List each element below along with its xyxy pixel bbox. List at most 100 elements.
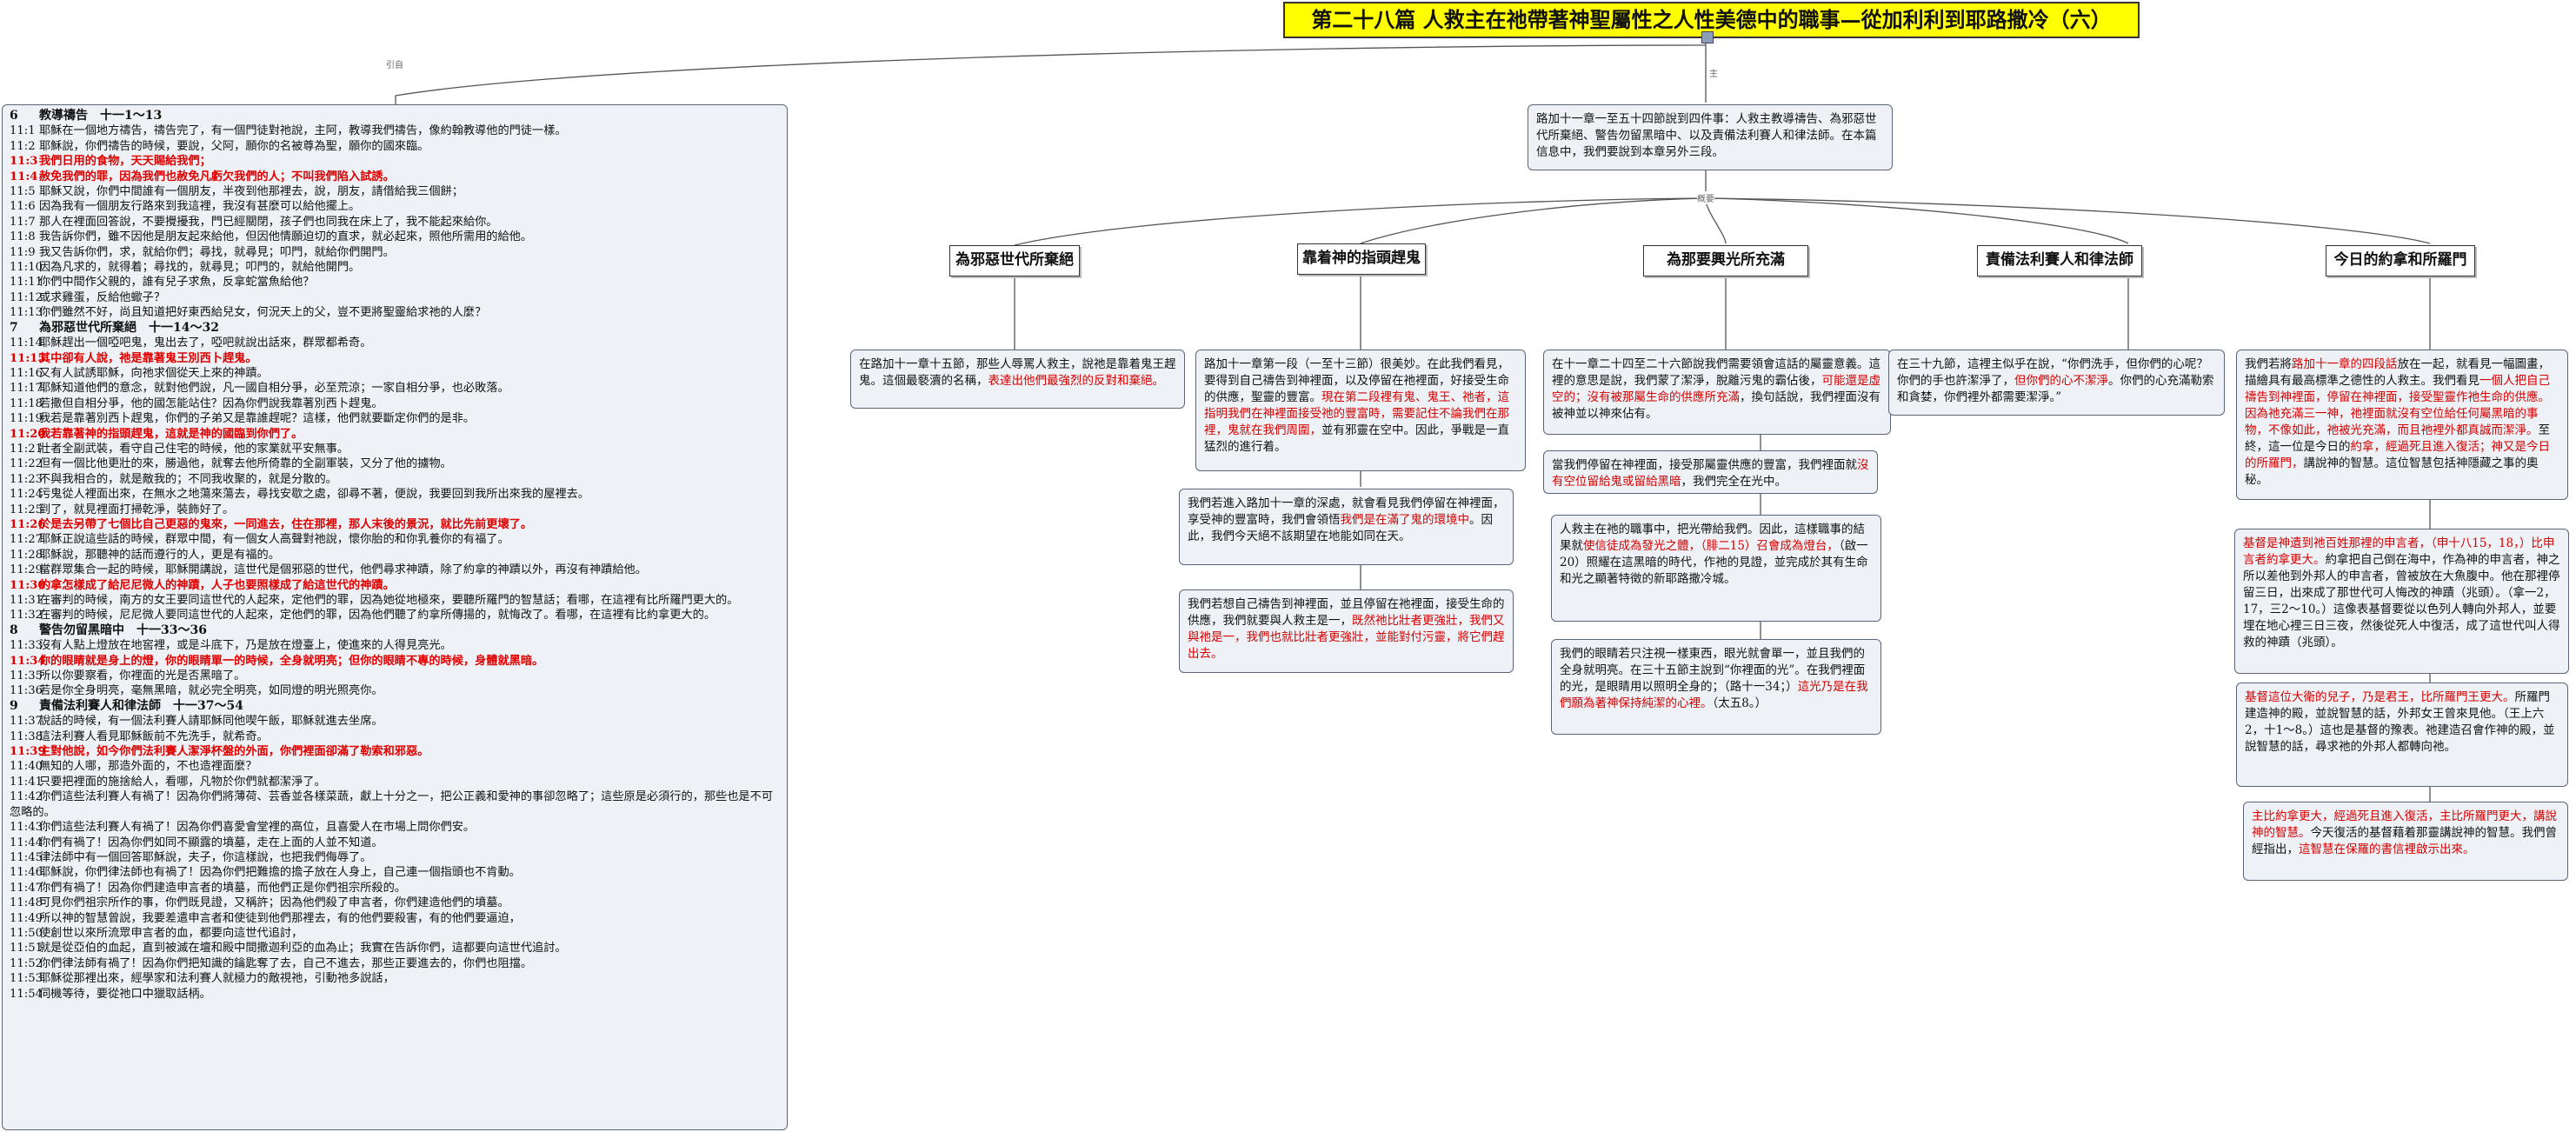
verse-text: 所以你要察看，你裡面的光是否黑暗了。 bbox=[39, 669, 246, 683]
verse-number: 11:6 bbox=[10, 200, 36, 214]
verse-line: 11:50使創世以來所流眾申言者的血，都要向這世代追討， bbox=[10, 926, 780, 941]
verse-text: 耶穌在一個地方禱告，禱告完了，有一個門徒對祂說，主阿，教導我們禱告，像約翰教導他… bbox=[39, 124, 567, 138]
verse-text: 耶穌從那裡出來，經學家和法利賽人就極力的敵視祂，引動祂多說話， bbox=[39, 972, 395, 986]
verse-number: 11:46 bbox=[10, 866, 43, 880]
note-segment: 當我們停留在神裡面，接受那屬靈供應的豐富，我們裡面就 bbox=[1552, 458, 1857, 472]
verse-text: 其中卻有人說，祂是靠著鬼王別西卜趕鬼。 bbox=[39, 351, 257, 365]
verse-text: 壯者全副武裝，看守自己住宅的時候，他的家業就平安無事。 bbox=[39, 442, 349, 456]
verse-number: 11:9 bbox=[10, 245, 36, 259]
verse-number: 7 bbox=[10, 320, 18, 335]
verse-text: 你的眼睛就是身上的燈，你的眼睛單一的時候，全身就明亮；但你的眼睛不專的時候，身體… bbox=[39, 654, 544, 668]
verse-text: 你們雖然不好，尚且知道把好東西給兒女，何況天上的父，豈不更將聖靈給求祂的人麼？ bbox=[39, 306, 487, 320]
verse-number: 11:1 bbox=[10, 124, 36, 138]
note-jonah-3: 基督這位大衛的兒子，乃是君王，比所羅門王更大。所羅門建造神的殿，並說智慧的話，外… bbox=[2236, 683, 2568, 787]
verse-number: 11:31 bbox=[10, 594, 43, 607]
verse-number: 11:35 bbox=[10, 669, 43, 683]
verse-text: 若是你全身明亮，毫無黑暗，就必完全明亮，如同燈的明光照亮你。 bbox=[39, 684, 383, 698]
verse-line: 11:5 耶穌又說，你們中間誰有一個朋友，半夜到他那裡去，說，朋友，請借給我三個餅… bbox=[10, 184, 780, 199]
verse-text: 教導禱告 十一1～13 bbox=[39, 109, 163, 123]
verse-number: 11:12 bbox=[10, 290, 43, 304]
verse-number: 11:3 bbox=[10, 155, 38, 169]
verse-line: 11:4 赦免我們的罪，因為我們也赦免凡虧欠我們的人；不叫我們陷入試誘。 bbox=[10, 170, 780, 184]
outline-node: 路加十一章一至五十四節說到四件事：人救主教導禱告、為邪惡世代所棄絕、警告勿留黑暗… bbox=[1528, 104, 1893, 170]
verse-line: 11:42你們這些法利賽人有禍了！因為你們將薄荷、芸香並各樣菜蔬，獻上十分之一，… bbox=[10, 789, 780, 820]
verse-text: 耶穌又說，你們中間誰有一個朋友，半夜到他那裡去，說，朋友，請借給我三個餅； bbox=[39, 185, 463, 199]
note-segment: （太五8。） bbox=[1712, 696, 1767, 710]
verse-number: 11:19 bbox=[10, 412, 43, 426]
scripture-verses-panel: 6 教導禱告 十一1～13 11:1 耶穌在一個地方禱告，禱告完了，有一個門徒對祂說，… bbox=[2, 104, 788, 1130]
verse-number: 11:20 bbox=[10, 427, 46, 441]
verse-number: 11:2 bbox=[10, 139, 36, 153]
verse-line: 11:37說話的時候，有一個法利賽人請耶穌同他喫午飯，耶穌就進去坐席。 bbox=[10, 714, 780, 729]
verse-text: 說話的時候，有一個法利賽人請耶穌同他喫午飯，耶穌就進去坐席。 bbox=[39, 715, 383, 729]
verse-line: 11:10因為凡求的，就得着；尋找的，就尋見；叩門的，就給他開門。 bbox=[10, 260, 780, 275]
link-quote bbox=[395, 44, 1707, 104]
verse-text: 但有一個比他更壯的來，勝過他，就奪去他所倚靠的全副軍裝，又分了他的擄物。 bbox=[39, 457, 452, 471]
verse-line: 11:3 我們日用的食物，天天賜給我們； bbox=[10, 154, 780, 169]
verse-text: 無知的人哪，那造外面的，不也造裡面麼？ bbox=[39, 760, 257, 774]
verse-text: 責備法利賽人和律法師 十一37～54 bbox=[39, 698, 243, 713]
note-jonah-4: 主比約拿更大，經過死且進入復活，主比所羅門更大，講說神的智慧。今天復活的基督藉着… bbox=[2243, 802, 2568, 881]
verse-text: 你們有禍了！因為你們如同不顯露的墳墓，走在上面的人並不知道。 bbox=[39, 836, 383, 849]
verse-line: 11:52你們律法師有禍了！因為你們把知識的鑰匙奪了去，自己不進去，那些正要進去… bbox=[10, 956, 780, 971]
verse-text: 你們律法師有禍了！因為你們把知識的鑰匙奪了去，自己不進去，那些正要進去的，你們也… bbox=[39, 956, 533, 970]
verse-number: 11:32 bbox=[10, 609, 43, 623]
verse-text: 你們有禍了！因為你們建造申言者的墳墓，而他們正是你們祖宗所殺的。 bbox=[39, 881, 406, 895]
verse-text: 律法師中有一個回答耶穌說，夫子，你這樣說，也把我們侮辱了。 bbox=[39, 850, 372, 864]
verse-number: 11:18 bbox=[10, 396, 43, 410]
verse-number: 11:29 bbox=[10, 563, 43, 577]
verse-line: 11:18若撒但自相分爭，他的國怎能站住？因為你們說我靠著別西卜趕鬼。 bbox=[10, 396, 780, 411]
verse-line: 11:51就是從亞伯的血起，直到被滅在壇和殿中間撒迦利亞的血為止；我實在告訴你們… bbox=[10, 941, 780, 956]
verse-number: 11:53 bbox=[10, 972, 43, 986]
verse-text: 我又告訴你們，求，就給你們；尋找，就尋見；叩門，就給你們開門。 bbox=[39, 245, 395, 259]
verse-number: 9 bbox=[10, 698, 18, 713]
note-finger-1: 路加十一章第一段（一至十三節）很美妙。在此我們看見，要得到自己禱告到神裡面，以及… bbox=[1195, 350, 1526, 471]
verse-line: 11:2 耶穌說，你們禱告的時候，要說，父阿，願你的名被尊為聖，願你的國來臨。 bbox=[10, 139, 780, 154]
verse-number: 11:24 bbox=[10, 488, 43, 502]
verse-text: 你們這些法利賽人有禍了！因為你們喜愛會堂裡的高位，且喜愛人在市場上問你們安。 bbox=[39, 821, 476, 835]
verse-line: 11:31在審判的時候，南方的女王要同這世代的人起來，定他們的罪，因為她從地極來… bbox=[10, 593, 780, 608]
verse-number: 6 bbox=[10, 109, 18, 123]
heading-filled-with-light: 為那要興光所充滿 bbox=[1643, 245, 1808, 276]
note-icon bbox=[1701, 31, 1714, 43]
verse-line: 11:15其中卻有人說，祂是靠著鬼王別西卜趕鬼。 bbox=[10, 351, 780, 366]
verse-number: 11:23 bbox=[10, 472, 43, 486]
note-segment: 基督這位大衛的兒子，乃是君王，比所羅門王更大。 bbox=[2245, 690, 2515, 704]
verse-number: 11:4 bbox=[10, 170, 38, 183]
verse-line: 11:9 我又告訴你們，求，就給你們；尋找，就尋見；叩門，就給你們開門。 bbox=[10, 245, 780, 260]
verse-text: 當群眾集合一起的時候，耶穌開講說，這世代是個邪惡的世代，他們尋求神蹟，除了約拿的… bbox=[39, 563, 647, 577]
verse-line: 11:16又有人試誘耶穌，向祂求個從天上來的神蹟。 bbox=[10, 366, 780, 381]
verse-number: 11:5 bbox=[10, 185, 36, 199]
verse-line: 11:17耶穌知道他們的意念，就對他們說，凡一國自相分爭，必至荒涼；一家自相分爭… bbox=[10, 381, 780, 396]
verse-text: 主對他說，如今你們法利賽人潔淨杯盤的外面，你們裡面卻滿了勒索和邪惡。 bbox=[39, 745, 429, 759]
note-segment: 表達出他們最強烈的反對和棄絕。 bbox=[988, 374, 1165, 388]
verse-line: 11:54伺機等待，要從祂口中獵取話柄。 bbox=[10, 987, 780, 1002]
heading-rebuke-pharisees: 責備法利賽人和律法師 bbox=[1977, 245, 2142, 276]
verse-line: 11:26於是去另帶了七個比自己更惡的鬼來，一同進去，住在那裡，那人末後的景況，… bbox=[10, 517, 780, 532]
note-pharisees: 在三十九節，這裡主似乎在說，“你們洗手，但你們的心呢？你們的手也許潔淨了，但你們… bbox=[1888, 350, 2225, 416]
verse-number: 11:41 bbox=[10, 775, 43, 789]
verse-number: 11:10 bbox=[10, 261, 43, 275]
verse-text: 耶穌說，那聽神的話而遵行的人，更是有福的。 bbox=[39, 548, 280, 562]
note-segment: 我們是在滿了鬼的環境中 bbox=[1340, 513, 1470, 527]
verse-text: 只要把裡面的施捨給人，看哪，凡物於你們就都潔淨了。 bbox=[39, 775, 326, 789]
verse-number: 11:52 bbox=[10, 956, 43, 970]
verse-line: 11:19我若是靠著別西卜趕鬼，你們的子弟又是靠誰趕呢？這樣，他們就要斷定你們的… bbox=[10, 411, 780, 426]
verse-text: 為邪惡世代所棄絕 十一14～32 bbox=[39, 320, 219, 335]
verse-text: 污鬼從人裡面出來，在無水之地蕩來蕩去，尋找安歇之處，卻尋不著，便說，我要回到我所… bbox=[39, 488, 589, 502]
verse-text: 又有人試誘耶穌，向祂求個從天上來的神蹟。 bbox=[39, 366, 269, 380]
note-finger-2: 我們若進入路加十一章的深處，就會看見我們停留在神裡面，享受神的豐富時，我們會領悟… bbox=[1179, 489, 1514, 565]
verse-number: 11:11 bbox=[10, 276, 43, 290]
verse-line: 11:35所以你要察看，你裡面的光是否黑暗了。 bbox=[10, 669, 780, 683]
verse-line: 11:7 那人在裡面回答說，不要攪擾我，門已經關閉，孩子們也同我在床上了，我不能起… bbox=[10, 215, 780, 230]
verse-line: 11:39主對他說，如今你們法利賽人潔淨杯盤的外面，你們裡面卻滿了勒索和邪惡。 bbox=[10, 744, 780, 759]
verse-line: 11:47你們有禍了！因為你們建造申言者的墳墓，而他們正是你們祖宗所殺的。 bbox=[10, 881, 780, 896]
verse-number: 11:45 bbox=[10, 850, 43, 864]
verse-line: 11:36若是你全身明亮，毫無黑暗，就必完全明亮，如同燈的明光照亮你。 bbox=[10, 683, 780, 698]
verse-text: 那人在裡面回答說，不要攪擾我，門已經關閉，孩子們也同我在床上了，我不能起來給你。 bbox=[39, 215, 498, 229]
note-filled-2: 當我們停留在神裡面，接受那屬靈供應的豐富，我們裡面就沒有空位留給鬼或留給黑暗，我… bbox=[1543, 450, 1878, 494]
verse-text: 耶穌正說這些話的時候，群眾中間，有一個女人高聲對祂說，懷你胎的和你乳養你的有福了… bbox=[39, 533, 509, 547]
verse-line: 11:13你們雖然不好，尚且知道把好東西給兒女，何況天上的父，豈不更將聖靈給求祂… bbox=[10, 305, 780, 320]
verse-line: 11:6 因為我有一個朋友行路來到我這裡，我沒有甚麼可以給他擺上。 bbox=[10, 199, 780, 214]
verse-line: 11:46耶穌說，你們律法師也有禍了！因為你們把難擔的擔子放在人身上，自己連一個… bbox=[10, 865, 780, 880]
